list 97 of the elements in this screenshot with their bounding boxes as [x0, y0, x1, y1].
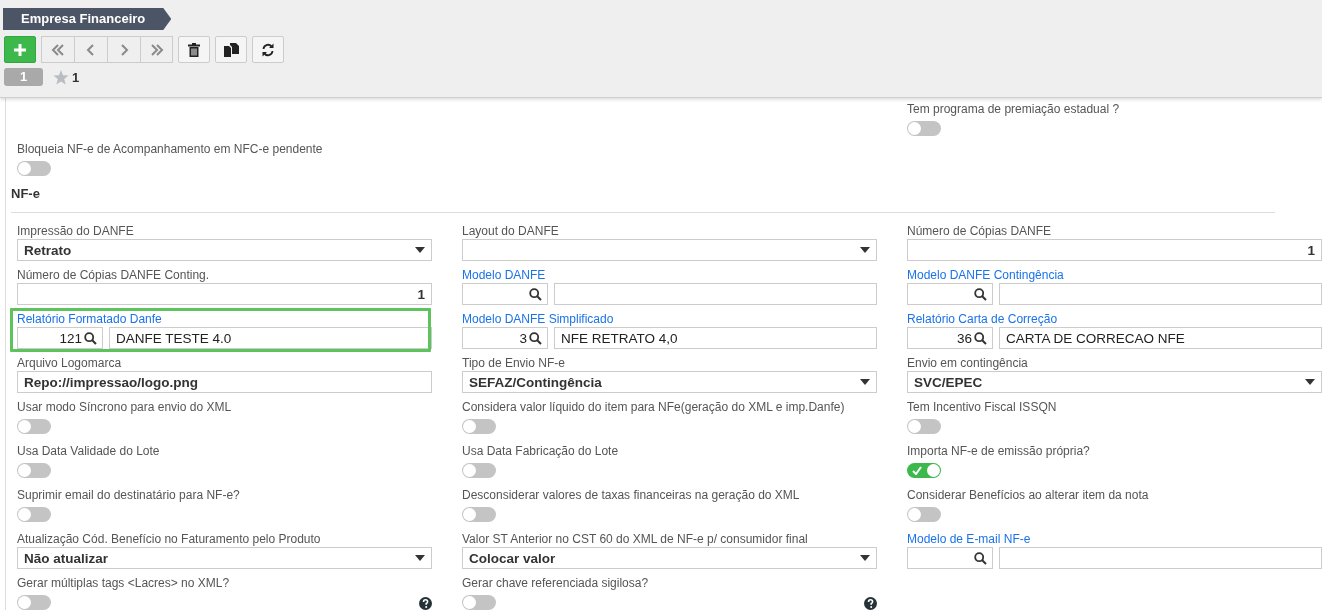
help-icon[interactable] — [419, 597, 432, 610]
code-field[interactable] — [907, 547, 993, 569]
field-label: Importa NF-e de emissão própria? — [907, 443, 1091, 459]
field-label[interactable]: Modelo de E-mail NF-e — [907, 528, 1322, 547]
select-field[interactable]: Retrato — [17, 239, 432, 261]
code-field[interactable] — [907, 283, 993, 305]
description-field[interactable] — [999, 547, 1322, 569]
description-field[interactable]: DANFE TESTE 4.0 — [109, 327, 432, 349]
field-label: Considera valor líquido do item para NFe(geração do XML e imp.Danfe) — [462, 399, 846, 415]
field-label: Layout do DANFE — [462, 223, 560, 239]
toggle-switch[interactable] — [462, 419, 496, 434]
code-field[interactable] — [462, 283, 548, 305]
next-button[interactable] — [107, 36, 140, 63]
first-button[interactable] — [41, 36, 74, 63]
search-icon[interactable] — [529, 287, 542, 301]
toggle-switch[interactable] — [17, 507, 51, 522]
field-label: Gerar múltiplas tags <Lacres> no XML? — [17, 575, 231, 591]
field-label: Atualização Cód. Benefício no Faturamento pelo Produto — [17, 531, 322, 547]
plus-icon — [13, 42, 27, 57]
field-label: Usar modo Síncrono para envio do XML — [17, 399, 233, 415]
search-icon[interactable] — [84, 331, 97, 345]
select-field[interactable]: Colocar valor — [462, 547, 877, 569]
toggle-switch[interactable] — [17, 161, 51, 176]
field-label: Usa Data Fabricação do Lote — [462, 443, 620, 459]
field-label[interactable]: Relatório Carta de Correção — [907, 308, 1322, 327]
field-label: Bloqueia NF-e de Acompanhamento em NFC-e pendente — [17, 141, 324, 157]
field-label: Tipo de Envio NF-e — [462, 355, 566, 371]
page-title: Empresa Financeiro — [3, 8, 172, 30]
help-icon[interactable] — [864, 597, 877, 610]
description-field[interactable] — [554, 283, 877, 305]
toggle-switch[interactable] — [907, 507, 941, 522]
toggle-switch[interactable] — [907, 419, 941, 434]
description-field[interactable]: CARTA DE CORRECAO NFE — [999, 327, 1322, 349]
description-field[interactable] — [999, 283, 1322, 305]
field-label[interactable]: Relatório Formatado Danfe — [17, 308, 432, 327]
copy-icon — [223, 42, 239, 57]
caret-icon — [1305, 379, 1315, 385]
select-field[interactable]: Não atualizar — [17, 547, 432, 569]
check-icon — [912, 466, 922, 475]
input-field[interactable]: 1 — [17, 283, 432, 305]
caret-icon — [860, 247, 870, 253]
search-icon[interactable] — [974, 287, 987, 301]
double-chevron-left-icon — [51, 43, 65, 56]
select-field[interactable]: SVC/EPEC — [907, 371, 1322, 393]
caret-icon — [860, 555, 870, 561]
search-icon[interactable] — [974, 551, 987, 565]
toggle-switch[interactable] — [462, 507, 496, 522]
select-field[interactable] — [462, 239, 877, 261]
toggle-switch[interactable] — [907, 121, 941, 136]
toggle-switch[interactable] — [462, 595, 496, 610]
toggle-switch[interactable] — [462, 463, 496, 478]
search-icon[interactable] — [974, 331, 987, 345]
field-label[interactable]: Modelo DANFE Simplificado — [462, 308, 877, 327]
toggle-switch[interactable] — [17, 463, 51, 478]
field-label: Tem programa de premiação estadual ? — [907, 101, 1121, 117]
input-field[interactable]: 1 — [907, 239, 1322, 261]
field-label[interactable]: Modelo DANFE Contingência — [907, 264, 1322, 283]
previous-button[interactable] — [74, 36, 107, 63]
field-label: Número de Cópias DANFE Conting. — [17, 267, 211, 283]
field-label: Usa Data Validade do Lote — [17, 443, 161, 459]
field-label: Considerar Benefícios ao alterar item da nota — [907, 487, 1150, 503]
caret-icon — [415, 555, 425, 561]
last-button[interactable] — [140, 36, 173, 63]
code-field[interactable]: 36 — [907, 327, 993, 349]
field-label: Valor ST Anterior no CST 60 do XML de NF-e p/ consumidor final — [462, 531, 809, 547]
toggle-switch[interactable] — [907, 463, 941, 478]
delete-button[interactable] — [178, 36, 210, 63]
section-title: NF-e — [11, 186, 1275, 213]
field-label: Suprimir email do destinatário para NF-e? — [17, 487, 241, 503]
code-field[interactable]: 3 — [462, 327, 548, 349]
field-label[interactable]: Modelo DANFE — [462, 264, 877, 283]
description-field[interactable]: NFE RETRATO 4,0 — [554, 327, 877, 349]
code-field[interactable]: 121 — [17, 327, 103, 349]
caret-icon — [415, 247, 425, 253]
add-button[interactable] — [4, 36, 36, 63]
field-label: Desconsiderar valores de taxas financeiras na geração do XML — [462, 487, 801, 503]
field-label: Impressão do DANFE — [17, 223, 135, 239]
chevron-right-icon — [119, 43, 129, 56]
trash-icon — [188, 42, 200, 57]
field-label: Gerar chave referenciada sigilosa? — [462, 575, 650, 591]
toggle-switch[interactable] — [17, 595, 51, 610]
copy-button[interactable] — [215, 36, 247, 63]
caret-icon — [860, 379, 870, 385]
chevron-left-icon — [86, 43, 96, 56]
toggle-switch[interactable] — [17, 419, 51, 434]
double-chevron-right-icon — [149, 43, 164, 56]
field-label: Número de Cópias DANFE — [907, 223, 1053, 239]
refresh-button[interactable] — [252, 36, 284, 63]
refresh-icon — [261, 42, 275, 57]
search-icon[interactable] — [529, 331, 542, 345]
field-label: Envio em contingência — [907, 355, 1029, 371]
field-label: Arquivo Logomarca — [17, 355, 123, 371]
input-field[interactable]: Repo://impressao/logo.png — [17, 371, 432, 393]
star-icon[interactable] — [53, 69, 69, 85]
field-label: Tem Incentivo Fiscal ISSQN — [907, 399, 1058, 415]
select-field[interactable]: SEFAZ/Contingência — [462, 371, 877, 393]
favorites-count: 1 — [72, 69, 80, 85]
